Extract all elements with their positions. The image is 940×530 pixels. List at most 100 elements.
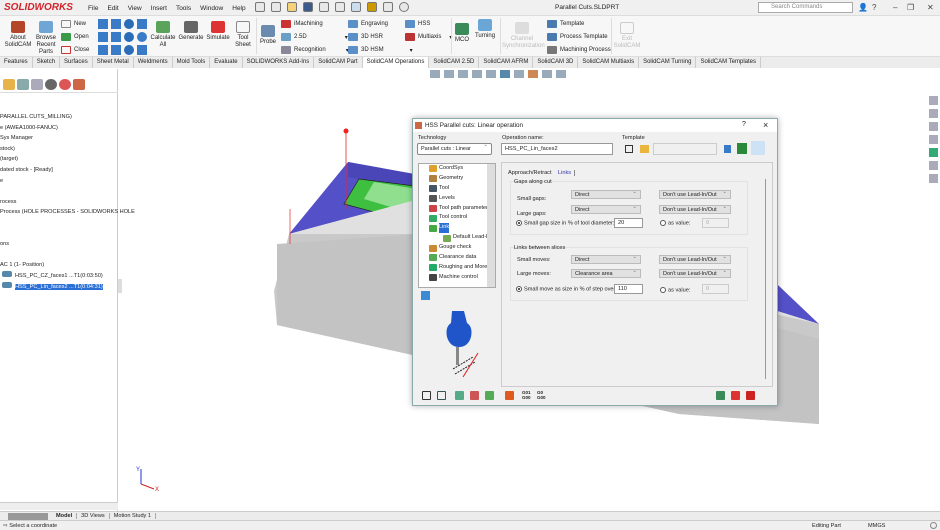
close-button[interactable]: Close bbox=[61, 46, 89, 54]
large-moves-select[interactable]: Clearance area bbox=[571, 268, 641, 278]
tab-links[interactable]: Links bbox=[558, 170, 576, 176]
feature-tree-tab[interactable] bbox=[17, 79, 29, 90]
process-template-button[interactable]: Process Template bbox=[547, 33, 608, 41]
mco-button[interactable]: MCO bbox=[453, 23, 471, 44]
tree-item[interactable]: dated stock - [Ready] bbox=[0, 165, 135, 176]
small-gaps-lead-select[interactable]: Don't use Lead-In/Out bbox=[659, 189, 731, 199]
tab-3d-views[interactable]: 3D Views bbox=[77, 513, 110, 519]
nav-tree-scrollbar[interactable] bbox=[487, 164, 495, 287]
tab-solidcam-3d[interactable]: SolidCAM 3D bbox=[533, 57, 579, 68]
tree-item[interactable]: ons bbox=[0, 239, 135, 250]
probe-button[interactable]: Probe bbox=[258, 25, 278, 46]
small-gaps-select[interactable]: Direct bbox=[571, 189, 641, 199]
move-percent-input[interactable]: 110 bbox=[614, 284, 643, 294]
tab-model[interactable]: Model bbox=[52, 513, 78, 519]
move-value-input[interactable]: 0 bbox=[702, 284, 729, 294]
nav-item[interactable]: Link bbox=[419, 223, 495, 234]
template-input[interactable] bbox=[653, 143, 717, 155]
large-gaps-lead-select[interactable]: Don't use Lead-In/Out bbox=[659, 204, 731, 214]
tool-sheet-button[interactable]: Tool Sheet bbox=[233, 21, 253, 49]
gap-percent-radio[interactable]: Small gap size in % of tool diameter: bbox=[516, 220, 614, 226]
browse-recent-parts-button[interactable]: Browse Recent Parts bbox=[34, 21, 58, 56]
save-icon[interactable] bbox=[422, 391, 431, 400]
op-icon[interactable] bbox=[124, 19, 134, 29]
save-icon[interactable] bbox=[303, 2, 313, 12]
move-value-radio[interactable]: as value: bbox=[660, 287, 690, 293]
tab-sketch[interactable]: Sketch bbox=[33, 57, 61, 68]
technology-select[interactable]: Parallel cuts : Linear bbox=[417, 142, 492, 155]
appearance-tab[interactable] bbox=[59, 79, 71, 90]
large-moves-lead-select[interactable]: Don't use Lead-In/Out bbox=[659, 268, 731, 278]
menu-file[interactable]: File bbox=[88, 5, 98, 12]
info-icon[interactable] bbox=[724, 145, 731, 153]
tree-item[interactable] bbox=[0, 250, 135, 261]
search-commands-input[interactable]: Search Commands bbox=[758, 2, 853, 13]
engraving-button[interactable]: Engraving▾ bbox=[348, 20, 408, 28]
tree-item[interactable]: e bbox=[0, 176, 135, 187]
machining-process-button[interactable]: Machining Process bbox=[547, 46, 611, 54]
tab-solidcam-afrm[interactable]: SolidCAM AFRM bbox=[479, 57, 534, 68]
tree-item[interactable] bbox=[0, 186, 135, 197]
recognition-button[interactable]: Recognition▾ bbox=[281, 46, 349, 54]
tree-item[interactable]: Process (HOLE PROCESSES - SOLIDWORKS HOL… bbox=[0, 207, 135, 218]
generate-button[interactable]: Generate bbox=[178, 21, 204, 42]
nav-item[interactable]: Clearance data bbox=[419, 253, 495, 263]
small-moves-lead-select[interactable]: Don't use Lead-In/Out bbox=[659, 254, 731, 264]
tree-item[interactable]: AC 1 (1- Position) bbox=[0, 260, 135, 271]
menu-insert[interactable]: Insert bbox=[151, 5, 167, 12]
3d-hsm-button[interactable]: 3D HSM ▾ bbox=[348, 46, 413, 54]
help-button[interactable]: ? bbox=[742, 121, 746, 128]
horizontal-scrollbar[interactable] bbox=[0, 502, 118, 510]
print-icon[interactable] bbox=[319, 2, 329, 12]
solidcam-manager-tab[interactable] bbox=[3, 79, 15, 90]
units-selector[interactable]: MMGS bbox=[868, 523, 885, 529]
save-simulate-icon[interactable] bbox=[485, 391, 494, 400]
nav-item[interactable]: CoordSys bbox=[419, 164, 495, 174]
tab-solidcam-turning[interactable]: SolidCAM Turning bbox=[639, 57, 697, 68]
menu-tools[interactable]: Tools bbox=[176, 5, 191, 12]
open-template-icon[interactable] bbox=[640, 145, 649, 153]
tree-item[interactable] bbox=[0, 218, 135, 229]
tab-solidworks-add-ins[interactable]: SOLIDWORKS Add-Ins bbox=[243, 57, 315, 68]
operation-name-input[interactable]: HSS_PC_Lin_faces2 bbox=[501, 143, 613, 155]
save-template-icon[interactable] bbox=[625, 145, 633, 153]
open-button[interactable]: Open bbox=[61, 33, 89, 41]
template-button[interactable]: Template bbox=[547, 20, 584, 28]
gcode-g01-button[interactable]: G01 G00 bbox=[522, 390, 532, 400]
tree-item[interactable]: (target) bbox=[0, 154, 135, 165]
tree-item[interactable]: PARALLEL CUTS_MILLING) bbox=[0, 112, 135, 123]
undo-icon[interactable] bbox=[335, 2, 345, 12]
home-icon[interactable] bbox=[255, 2, 265, 12]
close-window-button[interactable]: ✕ bbox=[927, 3, 934, 12]
exit-icon[interactable] bbox=[746, 391, 755, 400]
solidcam-tab[interactable] bbox=[73, 79, 85, 90]
nav-item[interactable]: Levels bbox=[419, 194, 495, 204]
menu-edit[interactable]: Edit bbox=[107, 5, 118, 12]
op-icon[interactable] bbox=[137, 19, 147, 29]
exit-solidcam-button[interactable]: Exit SolidCAM bbox=[613, 22, 641, 50]
op-icon[interactable] bbox=[98, 32, 108, 42]
gap-percent-input[interactable]: 20 bbox=[614, 218, 643, 228]
save-calc-icon[interactable] bbox=[455, 391, 464, 400]
menu-view[interactable]: View bbox=[128, 5, 142, 12]
tree-item[interactable]: e (AWEA1000-FANUC) bbox=[0, 123, 135, 134]
tab-scroll[interactable] bbox=[8, 512, 48, 520]
turning-button[interactable]: Turning bbox=[474, 19, 496, 40]
nav-item[interactable]: Default Lead-In bbox=[419, 233, 495, 243]
menu-help[interactable]: Help bbox=[232, 5, 245, 12]
exit-red-icon[interactable] bbox=[731, 391, 740, 400]
op-icon[interactable] bbox=[98, 45, 108, 55]
calculate-icon[interactable] bbox=[737, 143, 747, 154]
op-icon[interactable] bbox=[98, 19, 108, 29]
help-icon[interactable]: ? bbox=[872, 3, 876, 12]
gap-value-input[interactable]: 0 bbox=[702, 218, 729, 228]
move-percent-radio[interactable]: Small move as size in % of step over: bbox=[516, 286, 617, 292]
property-tab[interactable] bbox=[31, 79, 43, 90]
tab-features[interactable]: Features bbox=[0, 57, 33, 68]
close-dialog-button[interactable]: × bbox=[763, 120, 768, 130]
op-icon[interactable] bbox=[111, 45, 121, 55]
layout-icon[interactable] bbox=[421, 291, 430, 300]
multiaxis-button[interactable]: Multiaxis▾ bbox=[405, 33, 452, 41]
new-doc-icon[interactable] bbox=[271, 2, 281, 12]
tab-mold-tools[interactable]: Mold Tools bbox=[173, 57, 211, 68]
